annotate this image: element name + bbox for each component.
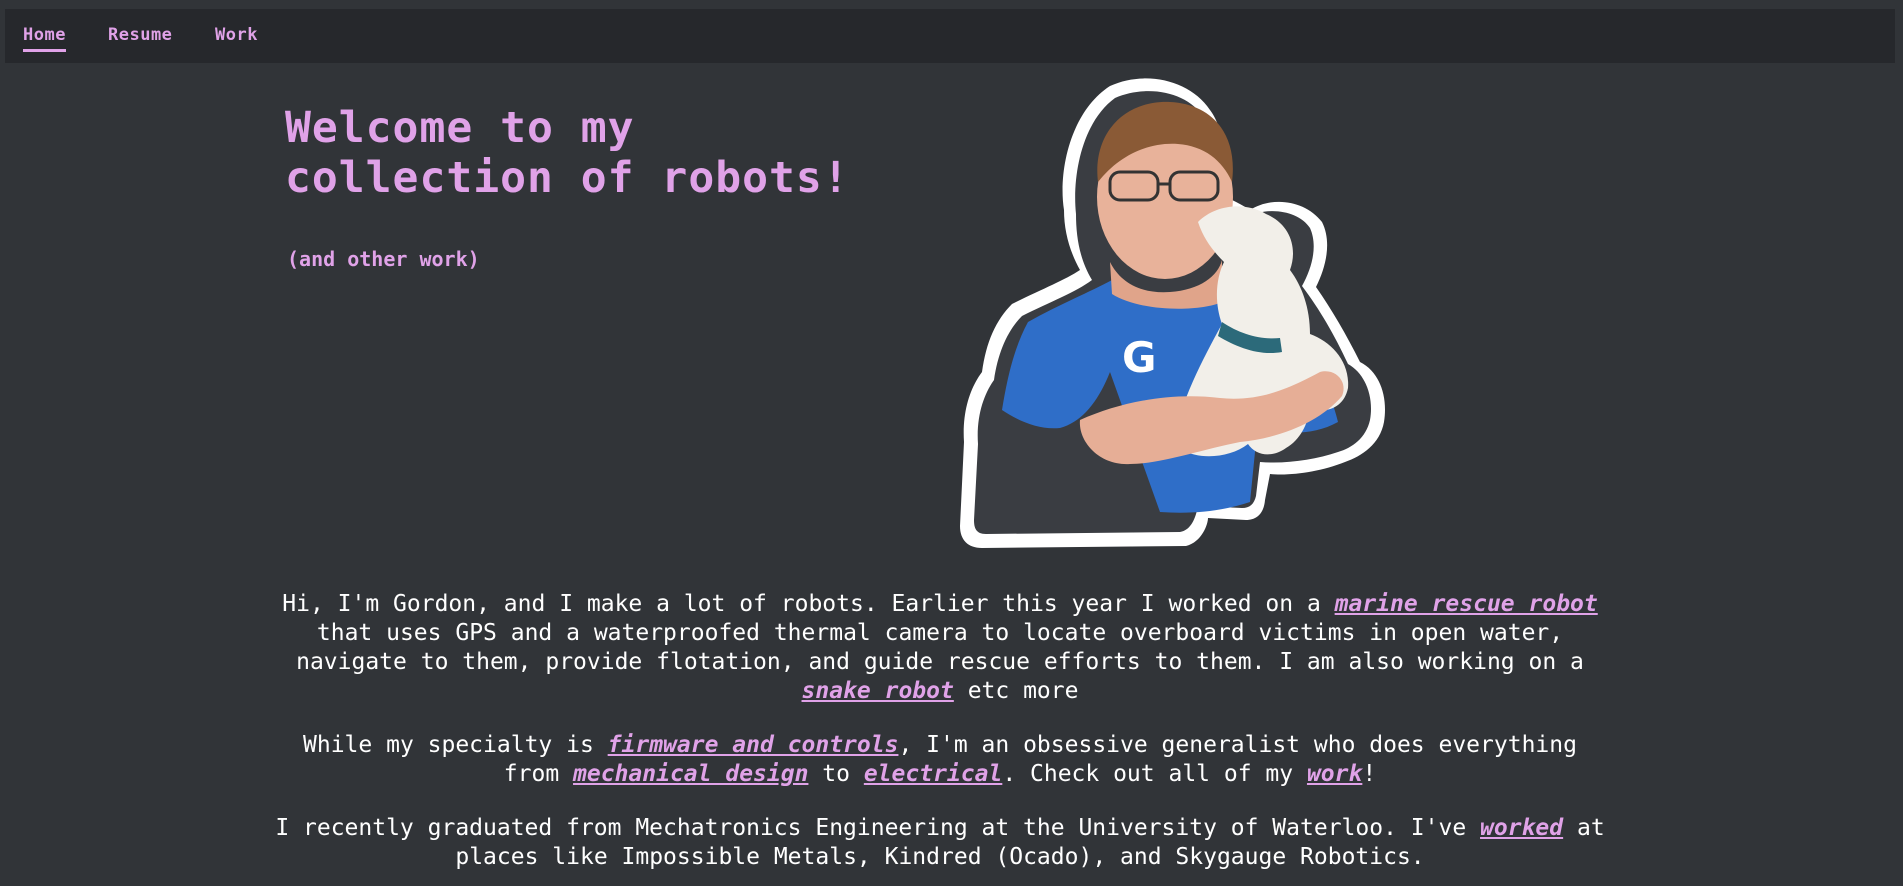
intro-section: Hi, I'm Gordon, and I make a lot of robo… — [270, 590, 1610, 886]
hero-title-line-2: collection of robots! — [285, 153, 850, 203]
hero-title-line-1: Welcome to my — [285, 103, 635, 153]
hero-subtitle: (and other work) — [287, 247, 480, 271]
intro-paragraph-2: While my specialty is firmware and contr… — [303, 732, 1577, 787]
profile-photo: G — [960, 78, 1385, 548]
intro-paragraph-1: Hi, I'm Gordon, and I make a lot of robo… — [282, 591, 1598, 704]
electrical-link[interactable]: electrical — [864, 761, 1002, 787]
firmware-and-controls-link[interactable]: firmware and controls — [608, 732, 899, 758]
worked-link[interactable]: worked — [1480, 815, 1563, 841]
hero-title: Welcome to my collection of robots! — [285, 103, 905, 203]
shirt-logo-text: G — [1122, 333, 1156, 382]
page: Home Resume Work Welcome to my collectio… — [0, 0, 1903, 886]
snake-robot-link[interactable]: snake robot — [802, 678, 954, 704]
work-link[interactable]: work — [1307, 761, 1362, 787]
nav-work-link[interactable]: Work — [215, 25, 258, 45]
mechanical-design-link[interactable]: mechanical design — [573, 761, 808, 787]
nav-resume-link[interactable]: Resume — [108, 25, 172, 45]
nav-home-link[interactable]: Home — [23, 25, 66, 52]
marine-rescue-robot-link[interactable]: marine rescue robot — [1335, 591, 1598, 617]
intro-paragraph-3: I recently graduated from Mechatronics E… — [275, 815, 1605, 870]
top-navbar: Home Resume Work — [5, 9, 1895, 63]
